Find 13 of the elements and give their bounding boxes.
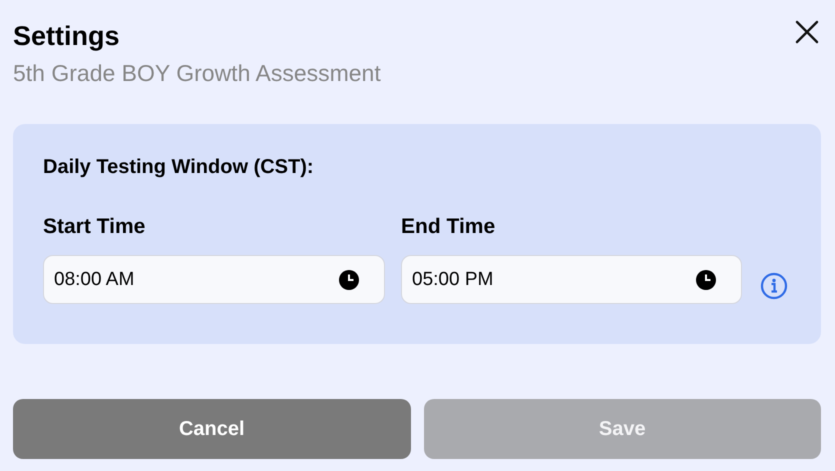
dialog-subtitle: 5th Grade BOY Growth Assessment xyxy=(13,59,381,88)
dialog-title: Settings xyxy=(13,20,121,53)
time-field[interactable]: 08:00 AM xyxy=(43,255,385,304)
close-icon xyxy=(795,20,819,44)
panel-heading: Daily Testing Window (CST): xyxy=(43,156,315,179)
info-icon[interactable] xyxy=(760,272,788,300)
close-button[interactable] xyxy=(795,20,819,44)
cancel-button[interactable]: Cancel xyxy=(13,399,410,459)
time-field[interactable]: 05:00 PM xyxy=(401,255,742,304)
field-label: Start Time xyxy=(43,215,146,239)
clock-icon xyxy=(696,270,716,290)
clock-icon xyxy=(339,270,359,290)
field-label: End Time xyxy=(401,215,496,239)
